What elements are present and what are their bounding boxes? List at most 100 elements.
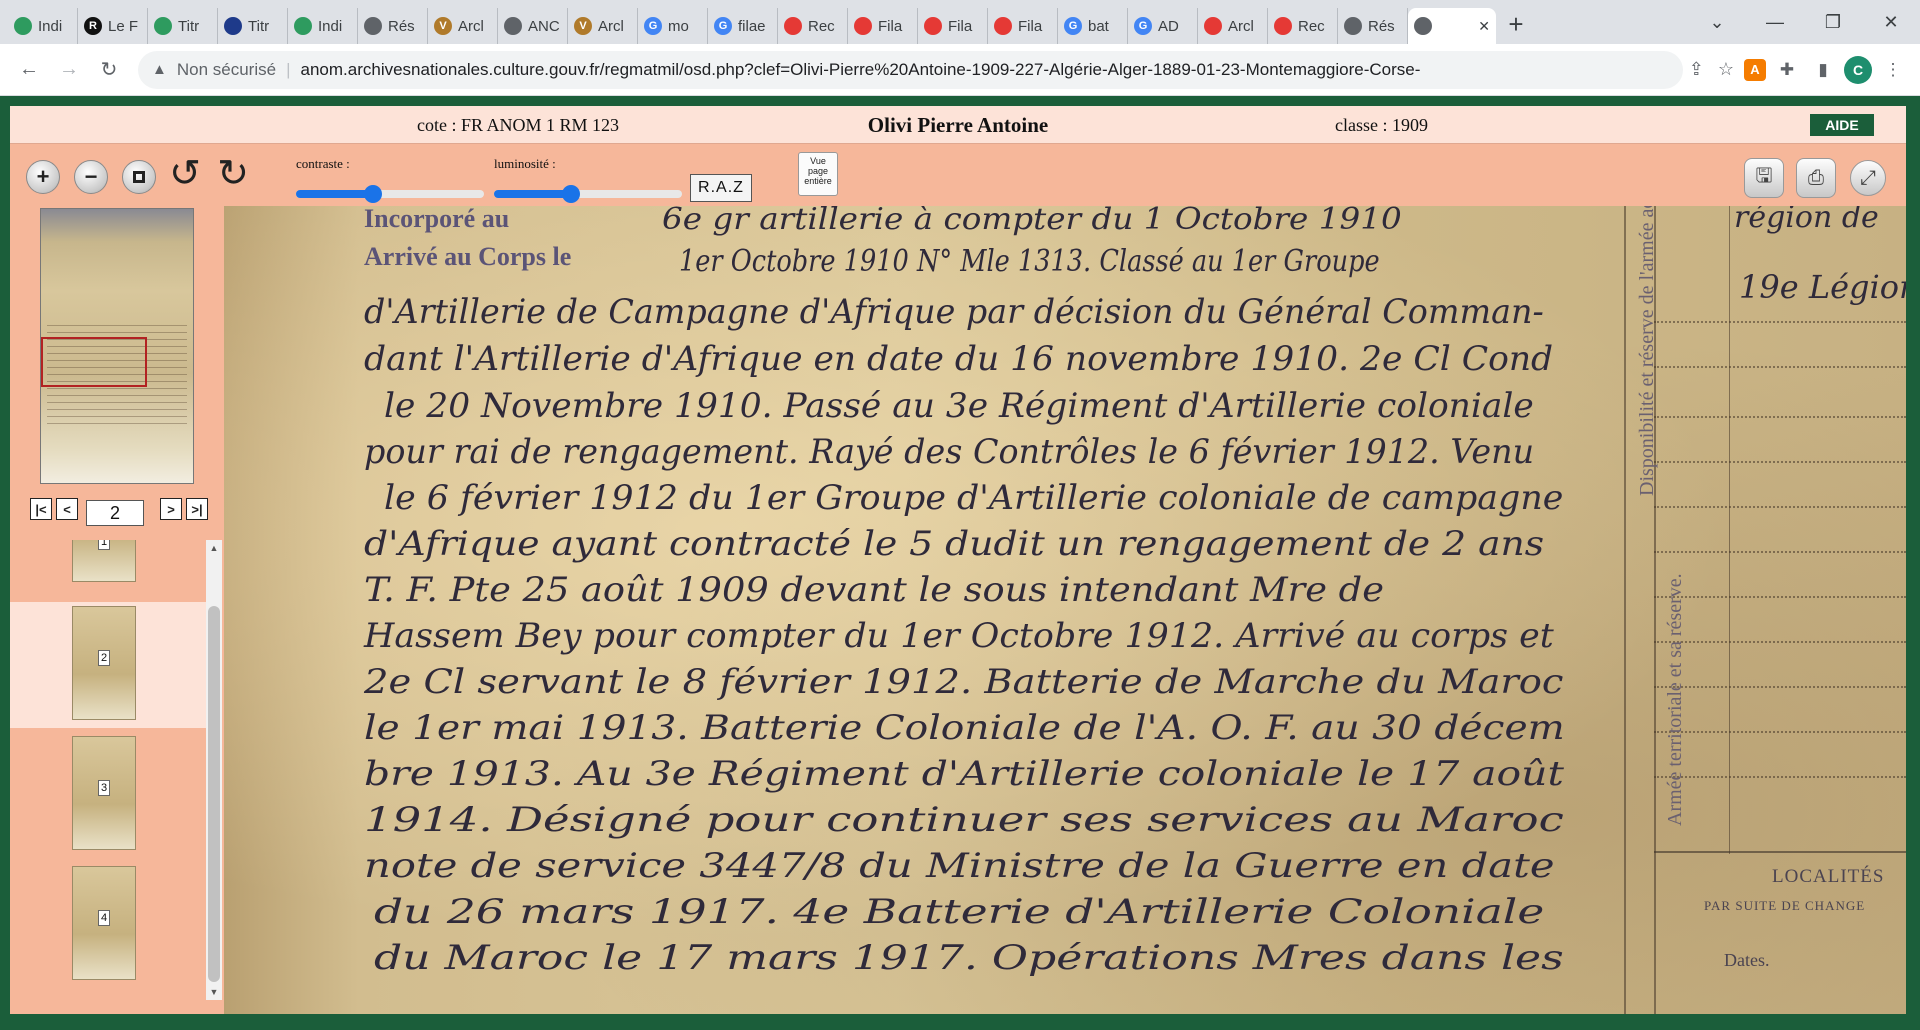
- overview-thumbnail[interactable]: [40, 208, 194, 484]
- browser-tab[interactable]: R Le F: [78, 8, 148, 44]
- handwritten-line: dant l'Artillerie d'Afrique en date du 1…: [364, 339, 1554, 379]
- document-image[interactable]: Incorporé au Arrivé au Corps le 6e gr ar…: [224, 206, 1906, 1014]
- browser-menu-icon[interactable]: ⋮: [1878, 55, 1908, 85]
- page-thumbnail-3[interactable]: 3: [10, 732, 206, 858]
- thumbnail-scrollbar[interactable]: ▲ ▼: [206, 540, 222, 1000]
- fit-view-button[interactable]: [122, 160, 156, 194]
- dates-heading: Dates.: [1724, 950, 1770, 970]
- first-page-button[interactable]: |<: [30, 498, 52, 520]
- tab-title: Indi: [318, 17, 343, 35]
- fullscreen-button[interactable]: ⤢: [1850, 160, 1886, 196]
- page-thumbnail-1[interactable]: 1: [10, 540, 206, 590]
- browser-tab[interactable]: Fila: [918, 8, 988, 44]
- browser-tab[interactable]: Fila: [848, 8, 918, 44]
- browser-tab[interactable]: G AD: [1128, 8, 1198, 44]
- browser-tab[interactable]: Indi: [8, 8, 78, 44]
- maximize-button[interactable]: ❐: [1804, 0, 1862, 44]
- plus-icon: +: [36, 164, 50, 189]
- browser-tab[interactable]: Rec: [1268, 8, 1338, 44]
- globe-green-icon: [14, 17, 32, 35]
- r-logo-icon: R: [84, 17, 102, 35]
- rotate-right-button[interactable]: ↻: [216, 153, 250, 195]
- globe-icon: [1344, 17, 1362, 35]
- browser-tab[interactable]: Rec: [778, 8, 848, 44]
- close-window-button[interactable]: ✕: [1862, 0, 1920, 44]
- brightness-slider-thumb[interactable]: [562, 185, 580, 203]
- previous-page-button[interactable]: <: [56, 498, 78, 520]
- viewport-indicator[interactable]: [41, 337, 147, 387]
- printed-arrive: Arrivé au Corps le: [364, 242, 572, 271]
- minimize-button[interactable]: —: [1746, 0, 1804, 44]
- side-panel-icon[interactable]: ▮: [1808, 55, 1838, 85]
- contrast-slider-fill: [296, 190, 373, 198]
- new-tab-button[interactable]: +: [1496, 4, 1536, 44]
- rotate-left-icon: ↺: [169, 152, 201, 195]
- handwritten-line: le 6 février 1912 du 1er Groupe d'Artill…: [384, 478, 1564, 518]
- page-thumbnail-2[interactable]: 2: [10, 602, 206, 728]
- browser-tab[interactable]: Titr: [148, 8, 218, 44]
- flag-icon: [224, 17, 242, 35]
- browser-tab[interactable]: Gbat: [1058, 8, 1128, 44]
- handwritten-line: du Maroc le 17 mars 1917. Opérations Mre…: [374, 938, 1564, 978]
- extensions-puzzle-icon[interactable]: ✚: [1772, 55, 1802, 85]
- tab-title: Fila: [878, 17, 903, 35]
- handwritten-line: Hassem Bey pour compter du 1er Octobre 1…: [364, 616, 1554, 656]
- browser-tab[interactable]: V Arcl: [568, 8, 638, 44]
- handwritten-line: le 20 Novembre 1910. Passé au 3e Régimen…: [384, 386, 1534, 426]
- handwritten-line: d'Artillerie de Campagne d'Afrique par d…: [364, 292, 1544, 332]
- handwritten-line: 6e gr artillerie à compter du 1 Octobre …: [662, 206, 1402, 237]
- last-page-button[interactable]: >|: [186, 498, 208, 520]
- handwritten-line: T. F. Pte 25 août 1909 devant le sous in…: [364, 570, 1384, 610]
- close-tab-icon[interactable]: ✕: [1478, 18, 1490, 35]
- puzzle-red-icon: [784, 17, 802, 35]
- scrollbar-thumb[interactable]: [208, 606, 220, 982]
- browser-tab[interactable]: V Arcl: [428, 8, 498, 44]
- back-button[interactable]: ←: [12, 53, 46, 87]
- full-page-view-button[interactable]: Vue page entière: [798, 152, 838, 196]
- forward-button[interactable]: →: [52, 53, 86, 87]
- security-label[interactable]: Non sécurisé: [177, 60, 276, 80]
- scroll-down-arrow[interactable]: ▼: [206, 984, 222, 1000]
- thumbnail-number: 3: [98, 780, 110, 796]
- print-button[interactable]: ⎙: [1796, 158, 1836, 198]
- page-number-input[interactable]: 2: [86, 500, 144, 526]
- browser-tab[interactable]: Gfilae: [708, 8, 778, 44]
- browser-tab[interactable]: Gmo: [638, 8, 708, 44]
- record-classe: classe : 1909: [1335, 115, 1428, 135]
- save-image-button[interactable]: 🖫: [1744, 158, 1784, 198]
- next-page-button[interactable]: >: [160, 498, 182, 520]
- browser-tab[interactable]: Rés: [1338, 8, 1408, 44]
- contrast-slider[interactable]: [296, 185, 484, 203]
- rotate-left-button[interactable]: ↺: [168, 153, 202, 195]
- zoom-in-button[interactable]: +: [26, 160, 60, 194]
- browser-tab[interactable]: Titr: [218, 8, 288, 44]
- browser-tab[interactable]: Arcl: [1198, 8, 1268, 44]
- reset-button[interactable]: R.A.Z: [690, 174, 752, 202]
- page-thumbnail-4[interactable]: 4: [10, 862, 206, 988]
- browser-tab[interactable]: Rés: [358, 8, 428, 44]
- tab-title: Rés: [388, 17, 415, 35]
- url-text[interactable]: anom.archivesnationales.culture.gouv.fr/…: [301, 60, 1421, 80]
- browser-tab[interactable]: Indi: [288, 8, 358, 44]
- share-icon[interactable]: ⇪: [1689, 59, 1704, 80]
- help-button[interactable]: AIDE: [1810, 114, 1874, 136]
- warning-icon[interactable]: ▲: [152, 61, 167, 78]
- bookmark-star-icon[interactable]: ☆: [1718, 59, 1734, 80]
- fullscreen-icon: ⤢: [1860, 166, 1876, 189]
- browser-tab[interactable]: ANC: [498, 8, 568, 44]
- tab-search-icon[interactable]: ⌄: [1688, 0, 1746, 44]
- tab-title: Rec: [1298, 17, 1325, 35]
- browser-tab[interactable]: Fila: [988, 8, 1058, 44]
- scroll-up-arrow[interactable]: ▲: [206, 540, 222, 556]
- zoom-out-button[interactable]: −: [74, 160, 108, 194]
- address-bar[interactable]: ▲ Non sécurisé | anom.archivesnationales…: [138, 50, 1683, 89]
- profile-avatar[interactable]: C: [1844, 55, 1872, 84]
- brightness-slider[interactable]: [494, 185, 682, 203]
- contrast-slider-thumb[interactable]: [364, 185, 382, 203]
- globe-green-icon: [154, 17, 172, 35]
- contrast-label: contraste :: [296, 156, 350, 171]
- avast-extension-icon[interactable]: A: [1744, 58, 1766, 81]
- reload-button[interactable]: ↻: [92, 53, 126, 87]
- browser-tab-active[interactable]: ✕: [1408, 8, 1496, 44]
- address-bar-actions: ⇪ ☆: [1689, 59, 1738, 80]
